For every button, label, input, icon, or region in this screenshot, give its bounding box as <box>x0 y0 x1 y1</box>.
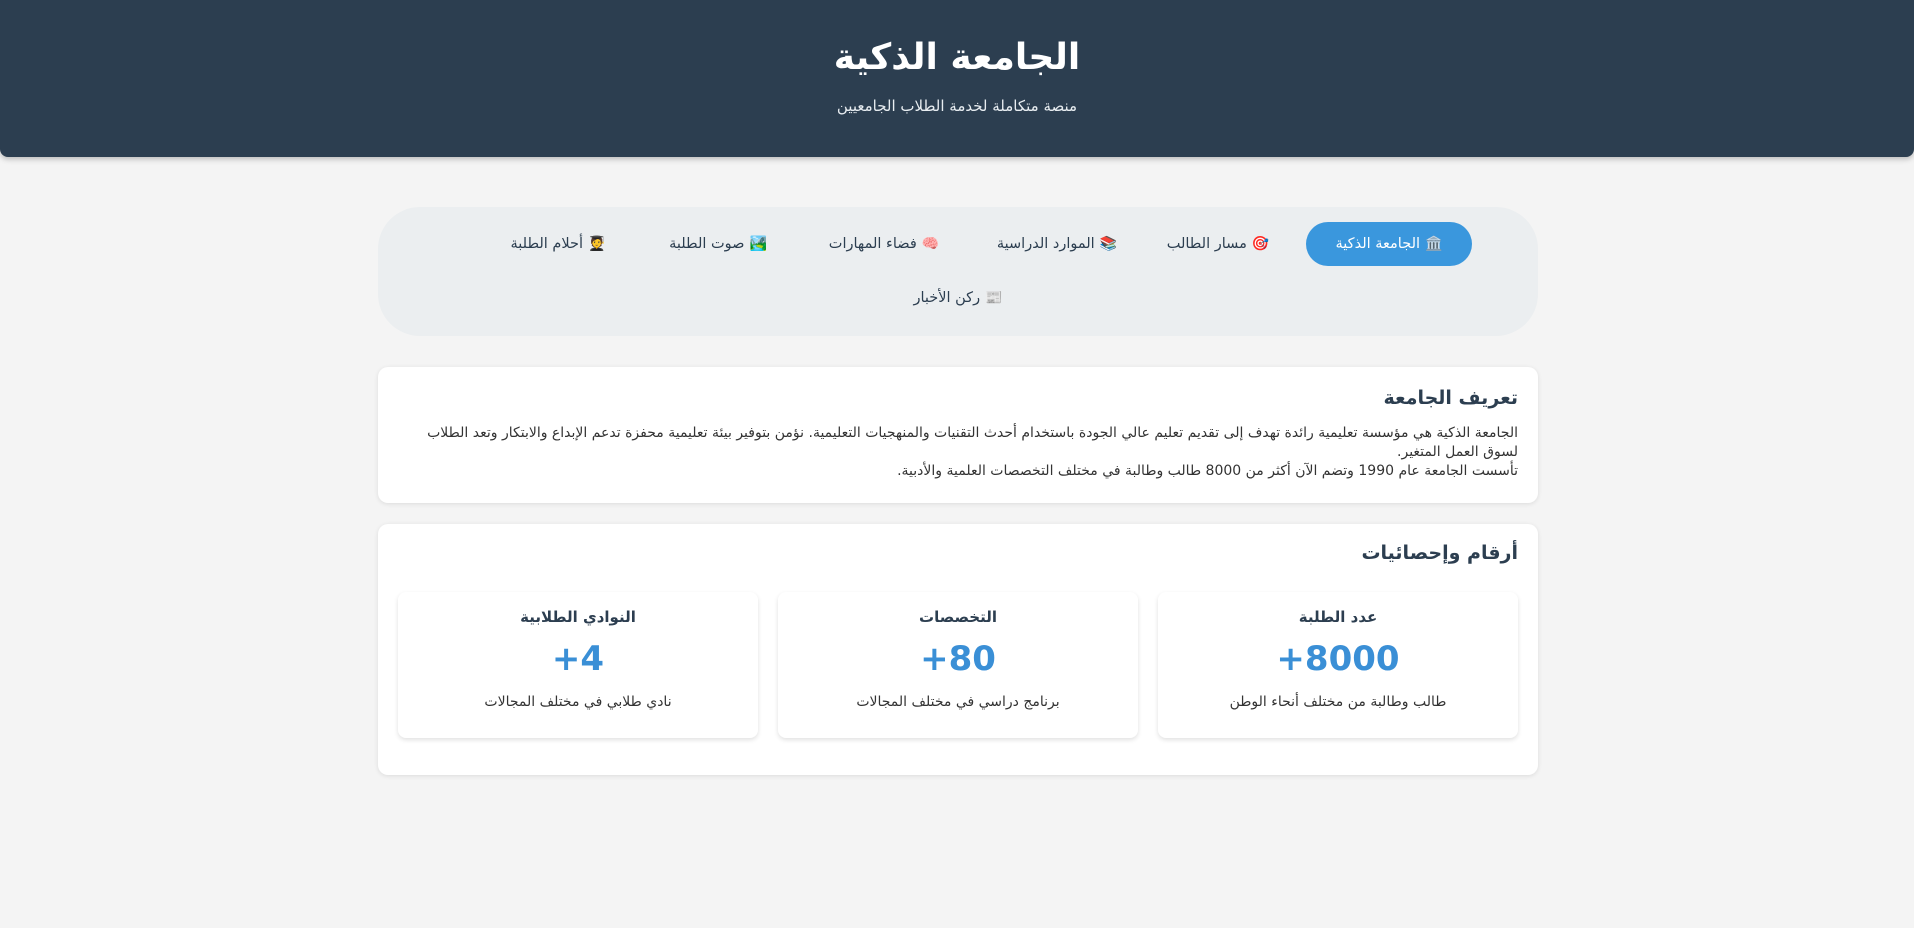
stat-value: 80+ <box>920 639 996 679</box>
stat-value: 8000+ <box>1276 639 1400 679</box>
nav-item-label: فضاء المهارات <box>828 236 917 252</box>
stat-title: عدد الطلبة <box>1298 608 1378 626</box>
books-icon: 📚 <box>1099 236 1118 252</box>
nav-item-label: ركن الأخبار <box>913 290 981 306</box>
stat-card-students: عدد الطلبة 8000+ طالب وطالبة من مختلف أن… <box>1158 592 1518 738</box>
site-subtitle: منصة متكاملة لخدمة الطلاب الجامعيين <box>836 97 1078 115</box>
nav-item-students-dreams[interactable]: 🧑‍🎓أحلام الطلبة <box>492 222 624 266</box>
nav-item-news-corner[interactable]: 📰ركن الأخبار <box>884 276 1032 320</box>
about-section: تعريف الجامعة الجامعة الذكية هي مؤسسة تع… <box>378 367 1538 503</box>
nav-item-students-voice[interactable]: 🏞️صوت الطلبة <box>652 222 784 266</box>
nav-item-label: أحلام الطلبة <box>510 236 584 252</box>
stat-description: برنامج دراسي في مختلف المجالات <box>856 694 1060 710</box>
nav-item-label: مسار الطالب <box>1166 236 1247 252</box>
nav-item-student-path[interactable]: 🎯مسار الطالب <box>1158 222 1278 266</box>
landscape-icon: 🏞️ <box>749 236 767 252</box>
stat-description: نادي طلابي في مختلف المجالات <box>484 694 672 710</box>
stat-card-clubs: النوادي الطلابية 4+ نادي طلابي في مختلف … <box>398 592 758 738</box>
site-title: الجامعة الذكية <box>833 37 1081 78</box>
about-title: تعريف الجامعة <box>1383 387 1518 409</box>
about-line-2: تأسست الجامعة عام 1990 وتضم الآن أكثر من… <box>897 463 1518 479</box>
newspaper-icon: 📰 <box>985 290 1003 306</box>
nav-item-skills-space[interactable]: 🧠فضاء المهارات <box>812 222 956 266</box>
stats-title: أرقام وإحصائيات <box>1361 542 1518 564</box>
stat-description: طالب وطالبة من مختلف أنحاء الوطن <box>1229 694 1447 710</box>
stat-title: النوادي الطلابية <box>520 608 636 626</box>
main-nav: 🏛️الجامعة الذكية 🎯مسار الطالب 📚الموارد ا… <box>378 207 1538 336</box>
nav-item-smart-university[interactable]: 🏛️الجامعة الذكية <box>1306 222 1472 266</box>
stat-title: التخصصات <box>919 608 997 626</box>
target-icon: 🎯 <box>1251 236 1270 252</box>
brain-icon: 🧠 <box>921 236 940 252</box>
stat-card-majors: التخصصات 80+ برنامج دراسي في مختلف المجا… <box>778 592 1138 738</box>
about-text: الجامعة الذكية هي مؤسسة تعليمية رائدة ته… <box>398 424 1518 481</box>
stats-section: أرقام وإحصائيات عدد الطلبة 8000+ طالب وط… <box>378 524 1538 775</box>
about-line-1: الجامعة الذكية هي مؤسسة تعليمية رائدة ته… <box>427 425 1518 460</box>
nav-item-label: صوت الطلبة <box>669 236 745 252</box>
nav-item-study-resources[interactable]: 📚الموارد الدراسية <box>984 222 1130 266</box>
nav-item-label: الموارد الدراسية <box>996 236 1095 252</box>
nav-item-label: الجامعة الذكية <box>1335 236 1421 252</box>
university-building-icon: 🏛️ <box>1425 236 1443 252</box>
site-header: الجامعة الذكية منصة متكاملة لخدمة الطلاب… <box>0 0 1914 157</box>
stat-value: 4+ <box>551 639 605 679</box>
student-icon: 🧑‍🎓 <box>588 236 606 252</box>
